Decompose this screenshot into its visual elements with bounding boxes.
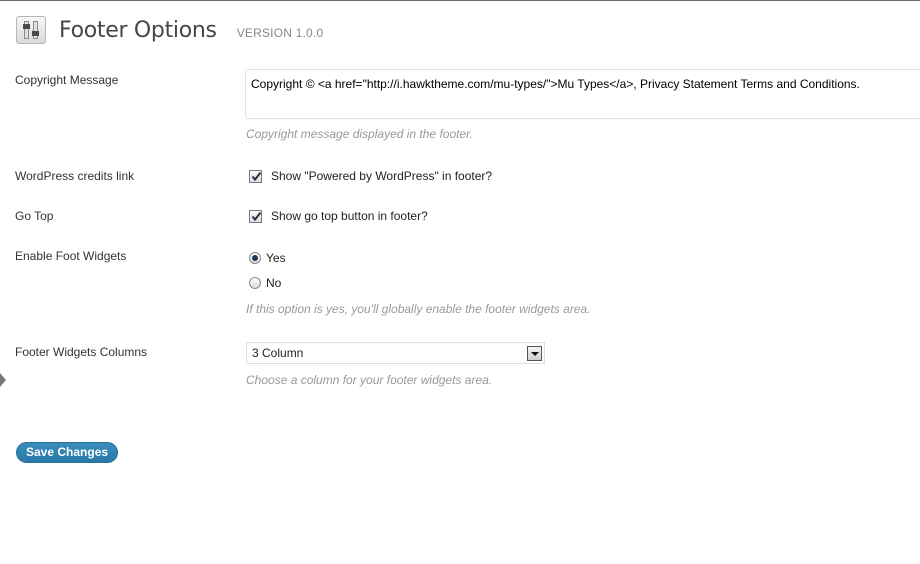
credits-checkbox-label[interactable]: Show "Powered by WordPress" in footer? [271,169,492,183]
collapse-arrow-icon[interactable] [0,373,6,387]
widgets-label: Enable Foot Widgets [15,249,127,263]
widgets-option-yes: Yes [249,251,286,265]
credits-label: WordPress credits link [15,169,135,183]
columns-label: Footer Widgets Columns [15,345,148,359]
widgets-radio-yes-label[interactable]: Yes [266,251,286,265]
widgets-option-no: No [249,276,281,290]
save-changes-button[interactable]: Save Changes [16,442,119,463]
credits-checkbox[interactable] [249,169,262,183]
copyright-textarea[interactable]: Copyright © <a href="http://i.hawktheme.… [245,69,920,119]
checkmark-icon [251,171,262,181]
widgets-radio-yes[interactable] [249,252,261,264]
columns-select-value: 3 Column [252,346,304,360]
version-label: VERSION 1.0.0 [236,26,324,40]
gotop-checkbox[interactable] [249,209,262,223]
widgets-radio-no[interactable] [249,277,261,289]
checkmark-icon [251,211,262,221]
chevron-down-icon[interactable] [527,345,542,361]
top-divider [0,0,920,1]
columns-select[interactable]: 3 Column [246,342,545,364]
gotop-label: Go Top [15,209,54,223]
copyright-label: Copyright Message [15,73,119,87]
widgets-description: If this option is yes, you'll globally e… [246,302,591,316]
columns-description: Choose a column for your footer widgets … [246,373,493,387]
settings-sliders-icon [16,16,46,44]
copyright-description: Copyright message displayed in the foote… [246,127,474,141]
page-header: Footer Options VERSION 1.0.0 [16,14,323,46]
gotop-option: Show go top button in footer? [249,209,428,223]
page-title: Footer Options [59,17,217,43]
gotop-checkbox-label[interactable]: Show go top button in footer? [271,209,428,223]
widgets-radio-no-label[interactable]: No [266,276,281,290]
credits-option: Show "Powered by WordPress" in footer? [249,169,492,183]
